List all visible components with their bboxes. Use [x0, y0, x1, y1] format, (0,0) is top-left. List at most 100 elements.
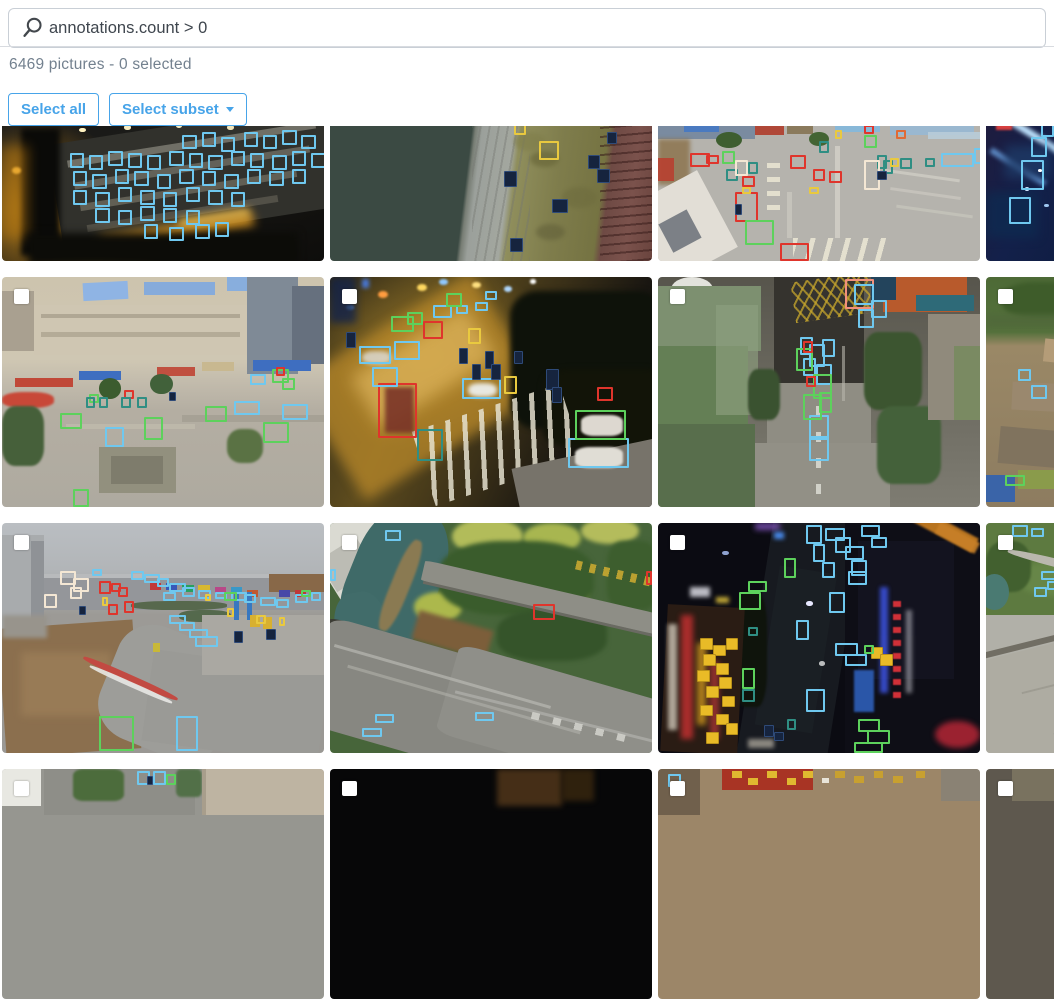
scene-detail: [12, 167, 22, 174]
tile-select-checkbox[interactable]: [14, 781, 29, 796]
scene-detail: [748, 739, 774, 748]
annotation-bbox: [153, 771, 166, 785]
annotation-bbox: [208, 190, 222, 205]
annotation-bbox: [137, 397, 147, 409]
grid-image-tile[interactable]: [658, 769, 980, 999]
grid-image-tile[interactable]: [330, 769, 652, 999]
annotation-bbox: [244, 594, 257, 603]
tile-select-checkbox[interactable]: [998, 289, 1013, 304]
scene-detail: [111, 456, 163, 484]
annotation-bbox: [95, 192, 109, 207]
annotation-bbox: [819, 141, 829, 153]
annotation-bbox: [163, 192, 177, 207]
scene-detail: [131, 601, 228, 610]
annotation-bbox: [70, 153, 84, 168]
tile-select-checkbox[interactable]: [670, 535, 685, 550]
grid-image-tile[interactable]: [2, 277, 324, 507]
scene-detail: [774, 532, 784, 539]
tile-select-checkbox[interactable]: [342, 289, 357, 304]
annotation-bbox: [423, 321, 442, 339]
tile-select-checkbox[interactable]: [342, 535, 357, 550]
grid-image-tile[interactable]: [986, 769, 1054, 999]
annotation-bbox: [44, 594, 57, 608]
scene-detail: [504, 286, 512, 292]
tile-select-checkbox[interactable]: [670, 781, 685, 796]
annotation-bbox: [385, 530, 401, 542]
scene-detail: [716, 132, 742, 148]
scene-detail: [202, 362, 234, 371]
annotation-bbox: [221, 137, 235, 152]
annotation-bbox: [186, 187, 200, 202]
annotation-bbox: [375, 714, 394, 723]
annotation-bbox: [70, 587, 83, 599]
toolbar: 6469 pictures - 0 selected Select all Se…: [0, 0, 1054, 126]
scene-detail: [906, 610, 912, 693]
results-summary: 6469 pictures - 0 selected: [9, 56, 192, 74]
scene-detail: [819, 661, 825, 666]
grid-image-tile[interactable]: [2, 769, 324, 999]
tile-select-checkbox[interactable]: [998, 535, 1013, 550]
annotation-bbox: [809, 187, 819, 194]
scene-detail: [803, 771, 813, 778]
grid-image-tile[interactable]: [986, 277, 1054, 507]
annotation-bbox: [73, 171, 87, 186]
tile-select-checkbox[interactable]: [14, 535, 29, 550]
scene-detail: [144, 282, 215, 296]
annotation-bbox: [510, 238, 523, 252]
annotation-bbox: [871, 537, 887, 549]
annotation-bbox: [163, 592, 176, 601]
grid-image-tile[interactable]: [658, 523, 980, 753]
annotation-bbox: [748, 162, 758, 174]
grid-image-tile[interactable]: [986, 523, 1054, 753]
tile-select-checkbox[interactable]: [14, 289, 29, 304]
grid-image-tile[interactable]: [658, 277, 980, 507]
selection-buttons: Select all Select subset: [8, 93, 247, 126]
annotation-bbox: [282, 378, 295, 390]
annotation-bbox: [742, 689, 755, 703]
scene-detail: [530, 279, 536, 284]
annotation-bbox: [118, 587, 128, 596]
annotation-bbox: [157, 578, 170, 587]
grid-image-tile[interactable]: [2, 523, 324, 753]
scene-detail: [562, 769, 594, 801]
grid-image-tile[interactable]: [330, 523, 652, 753]
tile-select-checkbox[interactable]: [670, 289, 685, 304]
annotation-bbox: [790, 155, 806, 169]
annotation-bbox: [99, 581, 112, 595]
annotation-bbox: [822, 562, 835, 578]
scene-detail: [668, 624, 678, 730]
annotation-bbox: [809, 436, 828, 461]
search-box[interactable]: [8, 8, 1046, 48]
annotation-bbox: [552, 199, 568, 213]
annotation-bbox: [205, 594, 211, 601]
tile-select-checkbox[interactable]: [998, 781, 1013, 796]
annotation-bbox: [941, 153, 973, 167]
scene-detail: [767, 160, 780, 211]
annotation-bbox: [829, 171, 842, 183]
annotation-bbox: [1031, 385, 1047, 399]
annotation-bbox: [552, 387, 562, 403]
tile-select-checkbox[interactable]: [342, 781, 357, 796]
grid-image-tile[interactable]: [330, 277, 652, 507]
annotation-bbox: [780, 243, 809, 261]
annotation-bbox: [890, 158, 900, 167]
scene-detail: [378, 291, 388, 298]
annotation-bbox: [276, 599, 289, 608]
annotation-bbox: [115, 169, 129, 184]
scene-detail: [854, 776, 864, 783]
annotation-bbox: [900, 158, 913, 170]
annotation-bbox: [742, 187, 752, 194]
select-all-button[interactable]: Select all: [8, 93, 99, 126]
annotation-bbox: [742, 176, 755, 188]
scene-detail: [2, 406, 44, 466]
annotation-bbox: [787, 719, 797, 731]
search-input[interactable]: [9, 9, 1045, 47]
annotation-bbox: [92, 569, 102, 576]
scene-detail: [787, 778, 797, 785]
annotation-bbox: [813, 544, 826, 562]
annotation-bbox: [362, 728, 381, 737]
scene-detail: [755, 523, 781, 530]
annotation-bbox: [407, 312, 423, 326]
annotation-bbox: [1041, 571, 1054, 580]
select-subset-button[interactable]: Select subset: [109, 93, 247, 126]
